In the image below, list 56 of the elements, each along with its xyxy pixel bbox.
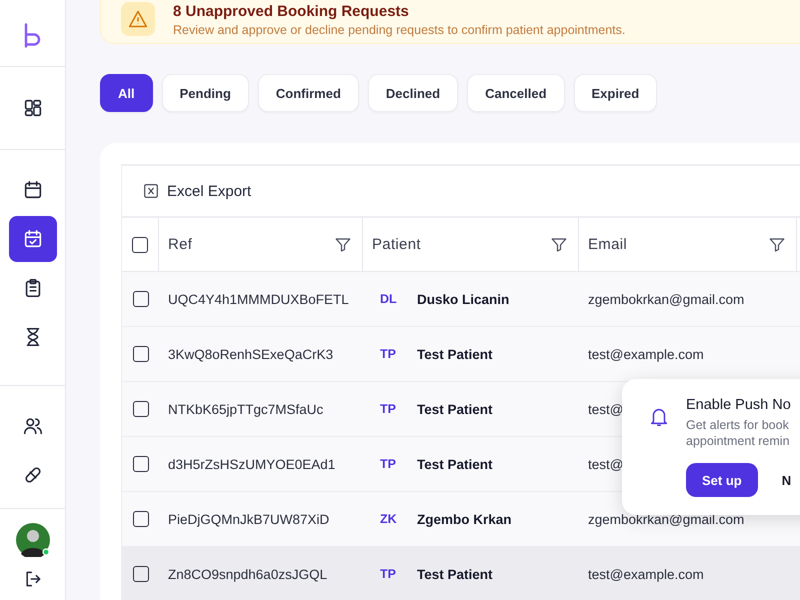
dismiss-button[interactable]: N <box>782 472 792 488</box>
checkbox[interactable] <box>132 346 148 362</box>
ref-cell: 3KwQ8oRenhSExeQaCrK3 <box>168 346 334 362</box>
checkbox[interactable] <box>132 291 148 307</box>
ref-cell: Zn8CO9snpdh6a0zsJGQL <box>168 566 328 582</box>
avatar[interactable] <box>16 523 50 557</box>
patient-initials: DL <box>380 292 398 306</box>
table-row[interactable]: Zn8CO9snpdh6a0zsJGQL TP Test Patient test@example.com <box>122 547 800 600</box>
email-cell: test@example.com <box>588 346 704 362</box>
email-cell: test@ <box>588 402 624 416</box>
ref-cell: d3H5rZsHSzUMYOE0EAd1 <box>168 456 336 472</box>
ref-cell: PieDjGQMnJkB7UW87XiD <box>168 512 330 526</box>
filter-tab[interactable]: All <box>100 74 153 112</box>
patient-name: Zgembo Krkan <box>417 512 512 526</box>
table-row[interactable]: 3KwQ8oRenhSExeQaCrK3 TP Test Patient test@example.com <box>122 327 800 382</box>
email-cell: zgembokrkan@gmail.com <box>588 512 744 526</box>
patient-name: Test Patient <box>417 402 493 416</box>
patient-initials: ZK <box>380 512 398 526</box>
checkbox[interactable] <box>132 566 148 582</box>
email-cell: zgembokrkan@gmail.com <box>588 292 744 306</box>
banner-title: 8 Unapproved Booking Requests <box>173 3 410 20</box>
set-up-button[interactable]: Set up <box>686 463 758 497</box>
email-cell: test@example.com <box>588 566 704 582</box>
filter-icon[interactable] <box>334 236 352 254</box>
patient-name: Test Patient <box>417 346 493 362</box>
column-header: Email <box>588 236 628 253</box>
nav-item[interactable] <box>8 216 56 262</box>
filter-tab[interactable]: Cancelled <box>467 74 565 112</box>
patient-name: Dusko Licanin <box>417 292 510 306</box>
checkbox[interactable] <box>132 511 148 527</box>
patient-initials: TP <box>380 347 397 361</box>
checkbox[interactable] <box>132 236 148 252</box>
ref-cell: NTKbK65jpTTgc7MSfaUc <box>168 402 324 416</box>
email-cell: test@ <box>588 456 624 472</box>
column-header: Ref <box>168 236 192 253</box>
filter-tab[interactable]: Confirmed <box>258 74 359 112</box>
filter-icon[interactable] <box>768 236 786 254</box>
banner-message: Review and approve or decline pending requests to confirm patient appointments. <box>173 23 626 37</box>
excel-export-button[interactable]: Excel Export <box>144 182 252 200</box>
warning-icon <box>121 2 155 36</box>
table-row[interactable]: UQC4Y4h1MMMDUXBoFETL DL Dusko Licanin zgembokrkan@gmail.com <box>122 272 800 327</box>
ref-cell: UQC4Y4h1MMMDUXBoFETL <box>168 292 349 306</box>
filter-tab[interactable]: Pending <box>162 74 249 112</box>
patient-initials: TP <box>380 457 397 471</box>
excel-icon <box>144 184 158 198</box>
filter-tab[interactable]: Declined <box>368 74 458 112</box>
patient-initials: TP <box>380 567 397 581</box>
notification-title: Enable Push No <box>686 397 792 413</box>
filter-tab[interactable]: Expired <box>574 74 658 112</box>
patient-initials: TP <box>380 402 397 416</box>
patient-name: Test Patient <box>417 456 493 472</box>
checkbox[interactable] <box>132 456 148 472</box>
filter-icon[interactable] <box>550 236 568 254</box>
checkbox[interactable] <box>132 401 148 417</box>
column-header: Patient <box>372 236 421 253</box>
patient-name: Test Patient <box>417 566 493 582</box>
